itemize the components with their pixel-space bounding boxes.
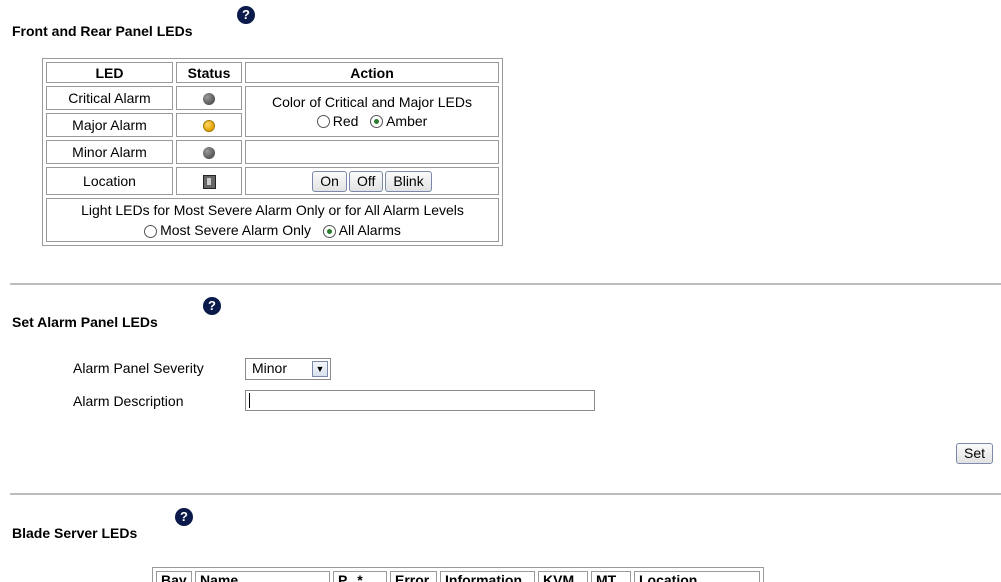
description-label: Alarm Description: [73, 393, 184, 409]
severity-label: Alarm Panel Severity: [73, 360, 204, 376]
blade-col-mt[interactable]: MT: [591, 571, 631, 582]
gray-led-icon: [203, 93, 215, 106]
location-buttons-cell: On Off Blink: [245, 167, 499, 195]
action-header: Action: [245, 62, 499, 83]
severity-value: Minor: [252, 360, 288, 376]
blade-col-power[interactable]: P...*: [333, 571, 387, 582]
blade-col-error[interactable]: Error: [390, 571, 437, 582]
blade-col-information[interactable]: Information: [440, 571, 535, 582]
severity-select[interactable]: Minor ▼: [245, 358, 331, 380]
alarm-panel-title: Set Alarm Panel LEDs: [12, 314, 158, 330]
led-name: Minor Alarm: [46, 140, 173, 164]
blade-col-bay[interactable]: Bay: [156, 571, 192, 582]
amber-radio-label: Amber: [386, 112, 428, 129]
led-status: [176, 113, 242, 137]
led-status: [176, 86, 242, 110]
led-name: Critical Alarm: [46, 86, 173, 110]
red-radio-label: Red: [332, 112, 359, 129]
set-button[interactable]: Set: [956, 443, 994, 464]
gray-led-icon: [203, 147, 215, 160]
on-button[interactable]: On: [312, 170, 347, 192]
empty-action-cell: [245, 140, 499, 164]
location-led-icon: [202, 175, 216, 190]
blink-button[interactable]: Blink: [385, 170, 432, 192]
off-button[interactable]: Off: [348, 170, 384, 192]
help-icon[interactable]: ?: [203, 297, 221, 315]
red-radio[interactable]: [316, 115, 330, 129]
amber-radio[interactable]: [370, 115, 384, 129]
status-header: Status: [176, 62, 242, 83]
led-status: [176, 140, 242, 164]
most-severe-radio-label: Most Severe Alarm Only: [160, 222, 312, 238]
led-table: LED Status Action Critical Alarm Color o…: [42, 58, 503, 246]
most-severe-radio[interactable]: [144, 224, 158, 238]
help-icon[interactable]: ?: [237, 6, 255, 24]
all-alarms-radio-label: All Alarms: [338, 222, 401, 238]
color-action-label: Color of Critical and Major LEDs: [272, 93, 472, 110]
light-mode-label: Light LEDs for Most Severe Alarm Only or…: [81, 202, 464, 218]
all-alarms-radio[interactable]: [322, 224, 336, 238]
help-icon[interactable]: ?: [175, 508, 193, 526]
blade-col-kvm[interactable]: KVM: [538, 571, 588, 582]
light-mode-cell: Light LEDs for Most Severe Alarm Only or…: [46, 198, 499, 242]
description-input[interactable]: [245, 390, 595, 411]
led-status: [176, 167, 242, 195]
led-header: LED: [46, 62, 173, 83]
blade-col-name[interactable]: Name: [195, 571, 330, 582]
led-name: Major Alarm: [46, 113, 173, 137]
blade-title: Blade Server LEDs: [12, 525, 138, 541]
amber-led-icon: [203, 120, 215, 133]
chevron-down-icon[interactable]: ▼: [312, 361, 328, 377]
text-caret: [249, 393, 250, 408]
blade-col-location[interactable]: Location: [634, 571, 760, 582]
front-rear-title: Front and Rear Panel LEDs: [12, 23, 193, 39]
divider: [10, 493, 1001, 495]
divider: [10, 283, 1001, 285]
color-action-cell: Color of Critical and Major LEDs Red Amb…: [245, 86, 499, 137]
blade-table: Bay Name P...* Error Information KVM MT …: [152, 567, 764, 582]
led-name: Location: [46, 167, 173, 195]
